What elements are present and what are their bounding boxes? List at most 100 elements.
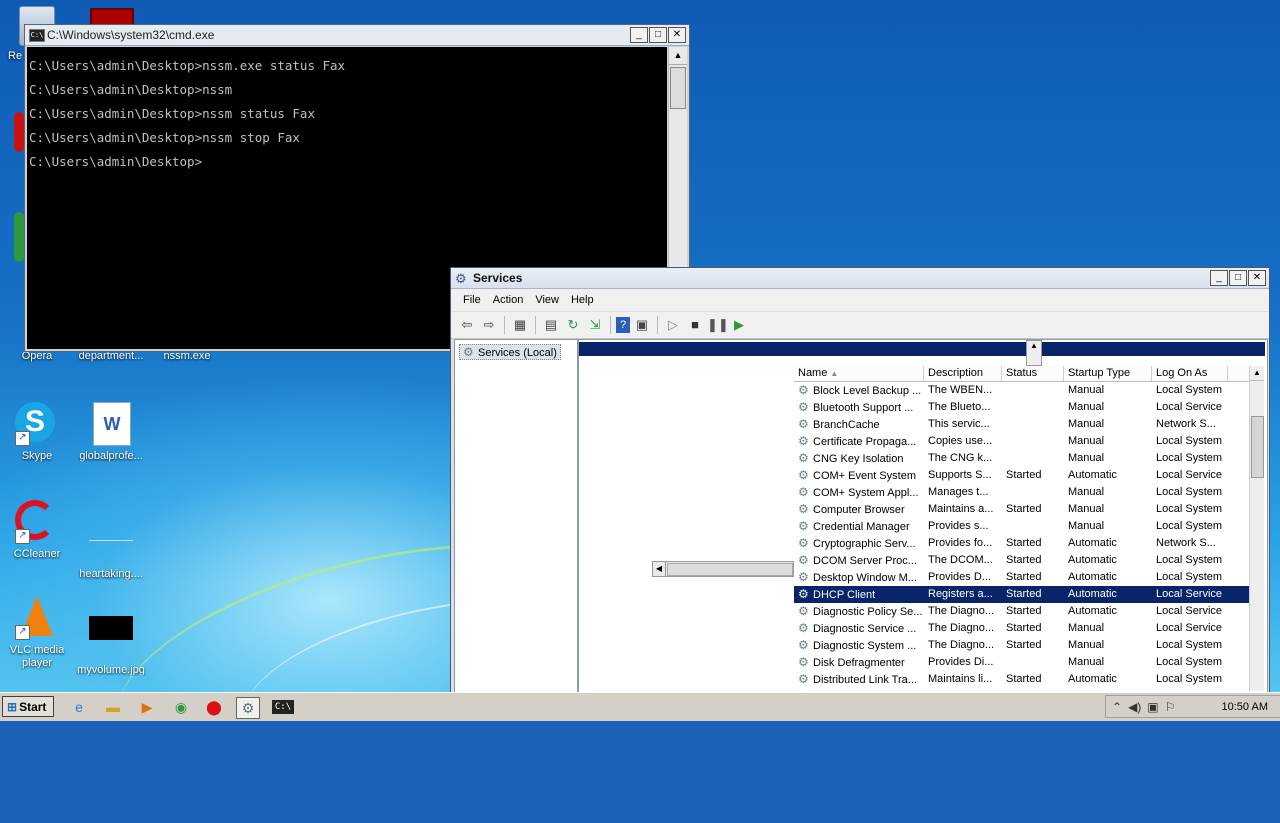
service-description-text: This servic...	[928, 418, 990, 430]
desktop-icon-globalprofe[interactable]: W globalprofe...	[74, 402, 148, 462]
word-document-icon: W	[93, 402, 131, 446]
desktop-icon-heartaking[interactable]: heartaking....	[74, 500, 148, 580]
console-tree-icon[interactable]: ▣	[632, 315, 652, 335]
desktop-icon-ccleaner[interactable]: ↗ CCleaner	[0, 500, 74, 560]
scroll-thumb[interactable]	[1251, 416, 1264, 478]
table-row[interactable]: ⚙ Desktop Window M... Provides D... Started…	[794, 569, 1264, 586]
service-log-on-as-text: Local System	[1156, 639, 1223, 651]
service-name-text: CNG Key Isolation	[813, 453, 904, 465]
menu-help[interactable]: Help	[565, 294, 600, 306]
table-row[interactable]: ⚙ COM+ Event System Supports S... Started Au…	[794, 467, 1264, 484]
media-player-icon[interactable]: ▶	[136, 697, 158, 717]
details-pane[interactable]: ◀ ▲ Name ▲ Description Status Startup Ty…	[578, 339, 1268, 693]
close-button[interactable]: ✕	[1248, 270, 1266, 286]
opera-icon[interactable]: ⬤	[203, 697, 225, 717]
back-arrow-icon[interactable]: ⇦	[457, 315, 477, 335]
service-status: Started	[1002, 586, 1064, 603]
network-icon[interactable]: ▣	[1147, 700, 1158, 714]
scroll-thumb[interactable]	[670, 67, 686, 109]
services-titlebar[interactable]: ⚙ Services _ □ ✕	[451, 268, 1269, 289]
column-name[interactable]: Name ▲	[794, 366, 924, 381]
service-startup-type-text: Automatic	[1068, 588, 1117, 600]
menu-view[interactable]: View	[529, 294, 565, 306]
cmd-titlebar[interactable]: C:\ C:\Windows\system32\cmd.exe _ □ ✕	[25, 25, 689, 46]
desktop-icon-myvolume[interactable]: myvolume.jpg	[74, 596, 148, 676]
table-row[interactable]: ⚙ Computer Browser Maintains a... Started Ma…	[794, 501, 1264, 518]
menu-file[interactable]: File	[457, 294, 487, 306]
services-window[interactable]: ⚙ Services _ □ ✕ File Action View Help ⇦…	[450, 267, 1270, 694]
menu-action[interactable]: Action	[487, 294, 530, 306]
table-row[interactable]: ⚙ Diagnostic Policy Se... The Diagno... Sta…	[794, 603, 1264, 620]
action-center-flag-icon[interactable]: ⚐	[1165, 700, 1176, 714]
services-taskbar-icon[interactable]: ⚙	[236, 697, 260, 719]
show-hide-tree-icon[interactable]: ▦	[510, 315, 530, 335]
export-list-icon[interactable]: ⇲	[585, 315, 605, 335]
tree-item-services-local[interactable]: ⚙ Services (Local)	[459, 344, 561, 360]
folder-icon[interactable]: ▬	[102, 697, 124, 717]
desktop-icon-vlc[interactable]: ↗ VLC media player	[0, 596, 74, 670]
column-startup-type[interactable]: Startup Type	[1064, 366, 1152, 381]
column-log-on-as[interactable]: Log On As	[1152, 366, 1228, 381]
service-log-on-as-text: Local System	[1156, 554, 1223, 566]
service-name-text: Diagnostic Policy Se...	[813, 606, 923, 618]
taskbar: ⊞ Start e ▬ ▶ ◉ ⬤ ⚙ C:\ ⌃ ◀) ▣ ⚐ 10:50 AM	[0, 692, 1280, 721]
properties-icon[interactable]: ▤	[541, 315, 561, 335]
gear-icon: ⚙	[798, 502, 809, 516]
horizontal-scrollbar[interactable]: ◀	[652, 561, 794, 577]
chevron-up-icon[interactable]: ⌃	[1112, 700, 1122, 714]
speaker-icon[interactable]: ◀)	[1128, 700, 1141, 714]
console-tree[interactable]: ⚙ Services (Local)	[454, 339, 578, 693]
table-row[interactable]: ⚙ DHCP Client Registers a... Started Automat…	[794, 586, 1264, 603]
clock[interactable]: 10:50 AM	[1222, 701, 1268, 713]
pause-service-icon[interactable]: ❚❚	[707, 315, 729, 335]
table-row[interactable]: ⚙ DCOM Server Proc... The DCOM... Started Au…	[794, 552, 1264, 569]
table-row[interactable]: ⚙ COM+ System Appl... Manages t... Manual Lo…	[794, 484, 1264, 501]
table-row[interactable]: ⚙ Distributed Link Tra... Maintains li... S…	[794, 671, 1264, 688]
scroll-up-arrow-icon[interactable]: ▲	[669, 47, 687, 65]
minimize-button[interactable]: _	[630, 27, 648, 43]
vertical-scrollbar[interactable]: ▲	[1249, 366, 1264, 691]
table-row[interactable]: ⚙ Diagnostic Service ... The Diagno... Star…	[794, 620, 1264, 637]
restart-service-icon[interactable]: ▶	[729, 315, 749, 335]
maximize-button[interactable]: □	[1229, 270, 1247, 286]
table-row[interactable]: ⚙ CNG Key Isolation The CNG k... Manual Loca…	[794, 450, 1264, 467]
start-service-icon[interactable]: ▷	[663, 315, 683, 335]
service-log-on-as: Local System	[1152, 501, 1228, 518]
services-list[interactable]: Name ▲ Description Status Startup Type L…	[794, 366, 1264, 691]
cmd-taskbar-icon[interactable]: C:\	[272, 700, 294, 714]
toolbar: ⇦ ⇨ ▦ ▤ ↻ ⇲ ? ▣ ▷ ■ ❚❚ ▶	[451, 312, 1269, 339]
scroll-left-arrow-icon[interactable]: ◀	[653, 562, 666, 576]
service-log-on-as: Local System	[1152, 382, 1228, 399]
service-description: Maintains a...	[924, 501, 1002, 518]
scroll-up-arrow-icon[interactable]: ▲	[1026, 340, 1042, 366]
service-description-text: The Diagno...	[928, 639, 995, 651]
scroll-up-arrow-icon[interactable]: ▲	[1250, 366, 1264, 381]
maximize-button[interactable]: □	[649, 27, 667, 43]
internet-explorer-icon[interactable]: e	[68, 697, 90, 717]
forward-arrow-icon[interactable]: ⇨	[479, 315, 499, 335]
table-row[interactable]: ⚙ BranchCache This servic... Manual Network …	[794, 416, 1264, 433]
column-description[interactable]: Description	[924, 366, 1002, 381]
gear-icon: ⚙	[463, 345, 474, 359]
table-row[interactable]: ⚙ Diagnostic System ... The Diagno... Start…	[794, 637, 1264, 654]
desktop-icon-skype[interactable]: S ↗ Skype	[0, 402, 74, 462]
table-row[interactable]: ⚙ Disk Defragmenter Provides Di... Manual Lo…	[794, 654, 1264, 671]
table-row[interactable]: ⚙ Cryptographic Serv... Provides fo... Star…	[794, 535, 1264, 552]
scroll-thumb[interactable]	[667, 563, 793, 576]
help-icon[interactable]: ?	[616, 317, 630, 333]
refresh-icon[interactable]: ↻	[563, 315, 583, 335]
close-button[interactable]: ✕	[668, 27, 686, 43]
service-startup-type: Automatic	[1064, 552, 1152, 569]
service-status: Started	[1002, 603, 1064, 620]
table-row[interactable]: ⚙ Block Level Backup ... The WBEN... Manual…	[794, 382, 1264, 399]
gear-icon: ⚙	[798, 536, 809, 550]
service-startup-type-text: Manual	[1068, 452, 1105, 464]
table-row[interactable]: ⚙ Credential Manager Provides s... Manual Lo…	[794, 518, 1264, 535]
start-button[interactable]: ⊞ Start	[2, 696, 54, 717]
column-status[interactable]: Status	[1002, 366, 1064, 381]
chrome-icon[interactable]: ◉	[170, 697, 192, 717]
table-row[interactable]: ⚙ Certificate Propaga... Copies use... Manu…	[794, 433, 1264, 450]
table-row[interactable]: ⚙ Bluetooth Support ... The Blueto... Manua…	[794, 399, 1264, 416]
stop-service-icon[interactable]: ■	[685, 315, 705, 335]
minimize-button[interactable]: _	[1210, 270, 1228, 286]
